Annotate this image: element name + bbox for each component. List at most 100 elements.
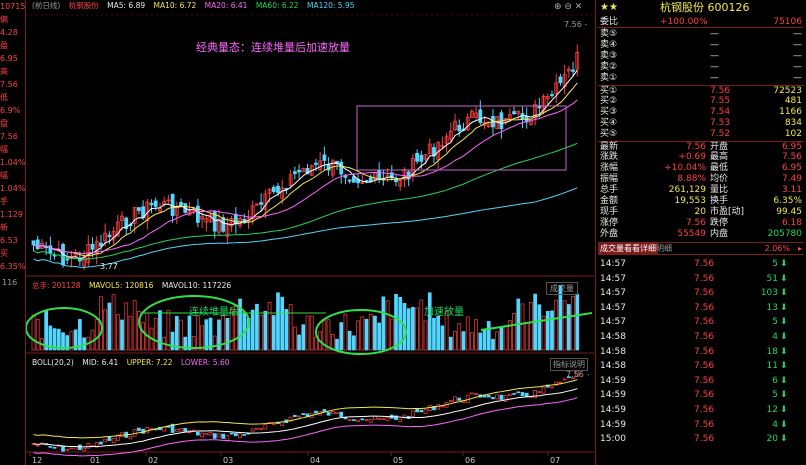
- boll-candle: [107, 436, 112, 441]
- period-label[interactable]: (前日线): [32, 1, 60, 10]
- volume-bar: [170, 331, 175, 351]
- candle-body: [276, 185, 280, 193]
- buy-order-vol: 834: [784, 118, 802, 128]
- volume-bar: [107, 302, 112, 351]
- candle-body: [221, 217, 226, 232]
- tick-price: 7.56: [694, 405, 715, 415]
- order-ratio-value: +100.00%: [660, 17, 708, 27]
- boll-candle: [200, 432, 204, 438]
- stat-label-2: 跌停: [710, 218, 729, 228]
- boll-candle: [558, 381, 563, 384]
- volume-bar: [499, 326, 504, 351]
- boll-candle: [474, 393, 478, 395]
- main-caption: 经典量态：连续堆量后加速放量: [196, 41, 350, 54]
- boll-candle: [503, 395, 508, 402]
- favorite-stars-icon[interactable]: ★★: [600, 2, 618, 13]
- volume-bar: [550, 310, 554, 351]
- kline-chart-svg[interactable]: 12 01 02 03 04 05 06 07: [26, 0, 594, 465]
- boll-candle: [448, 400, 453, 402]
- boll-candle: [562, 378, 567, 381]
- mavol10-label: MAVOL10: 117226: [161, 281, 232, 290]
- left-axis-bottom-value: 116: [2, 278, 18, 287]
- sell-order-price: —: [710, 62, 719, 72]
- volume-bar: [31, 314, 36, 351]
- boll-upper-line: [33, 379, 578, 439]
- buy-order-label: 买⑤: [600, 129, 618, 139]
- stat-row: 涨停 7.56 跌停 6.18: [598, 218, 804, 229]
- tick-vol: 103: [760, 288, 778, 299]
- tick-row: 14:57 7.56 5 ⬇: [598, 315, 804, 329]
- tick-time: 14:58: [600, 361, 626, 372]
- sell-order-price: —: [710, 51, 719, 61]
- stat-value-2: 7.49: [781, 174, 802, 184]
- tick-price: 7.56: [694, 259, 715, 269]
- volume-bar: [389, 318, 394, 351]
- boll-candle: [343, 417, 348, 420]
- tick-price: 7.56: [694, 317, 715, 328]
- candle-body: [550, 94, 554, 97]
- candle-body: [136, 207, 141, 212]
- tick-tab-arrow-icon[interactable]: ▸: [798, 243, 802, 255]
- boll-candle: [499, 394, 504, 400]
- left-axis-value: 幅: [0, 145, 8, 154]
- boll-candle: [381, 418, 386, 420]
- ma120-label: MA120: 5.95: [306, 1, 355, 10]
- volume-bar: [415, 307, 419, 351]
- tick-tab-list[interactable]: 明细: [656, 243, 672, 255]
- boll-candle: [103, 438, 108, 443]
- tick-row: 14:59 7.56 6 ⬇: [598, 374, 804, 388]
- boll-candle: [368, 419, 373, 423]
- boll-candle: [174, 428, 179, 432]
- boll-candle: [326, 412, 331, 416]
- boll-candle: [339, 411, 344, 418]
- tick-time: 14:58: [600, 346, 626, 357]
- volume-bar: [554, 299, 559, 351]
- stat-value-2: 3.11: [781, 185, 802, 195]
- volume-bar: [204, 319, 209, 351]
- volume-bar: [406, 308, 411, 351]
- candle-body: [35, 239, 40, 250]
- volume-bar: [394, 293, 398, 351]
- volume-bar: [225, 318, 230, 351]
- boll-candle: [78, 444, 82, 451]
- volume-bar: [486, 321, 491, 351]
- left-axis-value: 1.04%: [0, 184, 25, 193]
- volume-bar: [326, 319, 331, 351]
- tick-time: 14:59: [600, 419, 626, 430]
- sell-order-vol: —: [793, 40, 802, 50]
- candle-body: [179, 202, 183, 206]
- tick-time: 14:57: [600, 302, 626, 313]
- stat-label: 涨幅: [600, 163, 619, 173]
- tick-tab-detail[interactable]: 成交量看看详细: [598, 243, 658, 255]
- x-axis-month-label: 02: [148, 456, 158, 465]
- boll-upper-label: UPPER: 7.22: [126, 358, 173, 367]
- ma10-label: MA10: 6.72: [153, 1, 197, 10]
- boll-candle: [377, 418, 382, 420]
- low-price-label: 3.77: [100, 262, 118, 271]
- boll-candle: [322, 409, 327, 412]
- buy-order-price: 7.54: [710, 107, 731, 117]
- boll-candle: [82, 447, 86, 452]
- candle-body: [292, 171, 297, 175]
- boll-candle: [347, 419, 352, 421]
- candle-body: [31, 240, 36, 246]
- boll-mid-label: MID: 6.41: [82, 358, 119, 367]
- stat-label: 现手: [600, 207, 619, 217]
- volume-bar: [360, 316, 365, 351]
- order-ratio-diff: 75106: [773, 17, 802, 27]
- chart-controls[interactable]: ⊕ ⊖ ✕: [554, 2, 582, 12]
- kline-chart-area[interactable]: 12 01 02 03 04 05 06 07 (前日线) 杭钢股份 MA5: 6.89 MA…: [26, 0, 594, 465]
- volume-tag-button[interactable]: 成交量: [546, 282, 578, 295]
- left-axis-value: 6.53: [0, 236, 18, 245]
- candle-body: [259, 202, 264, 205]
- volume-bar: [141, 322, 145, 351]
- boll-candle: [128, 436, 133, 440]
- tick-row: 14:59 7.56 12 ⬇: [598, 403, 804, 417]
- stat-row: 总手 261,129 量比 3.11: [598, 185, 804, 196]
- tick-price: 7.56: [694, 288, 715, 299]
- volume-bar: [440, 325, 445, 351]
- boll-candle: [99, 441, 103, 445]
- boll-candle: [537, 391, 542, 393]
- candle-body: [478, 109, 483, 123]
- boll-candle: [61, 445, 65, 452]
